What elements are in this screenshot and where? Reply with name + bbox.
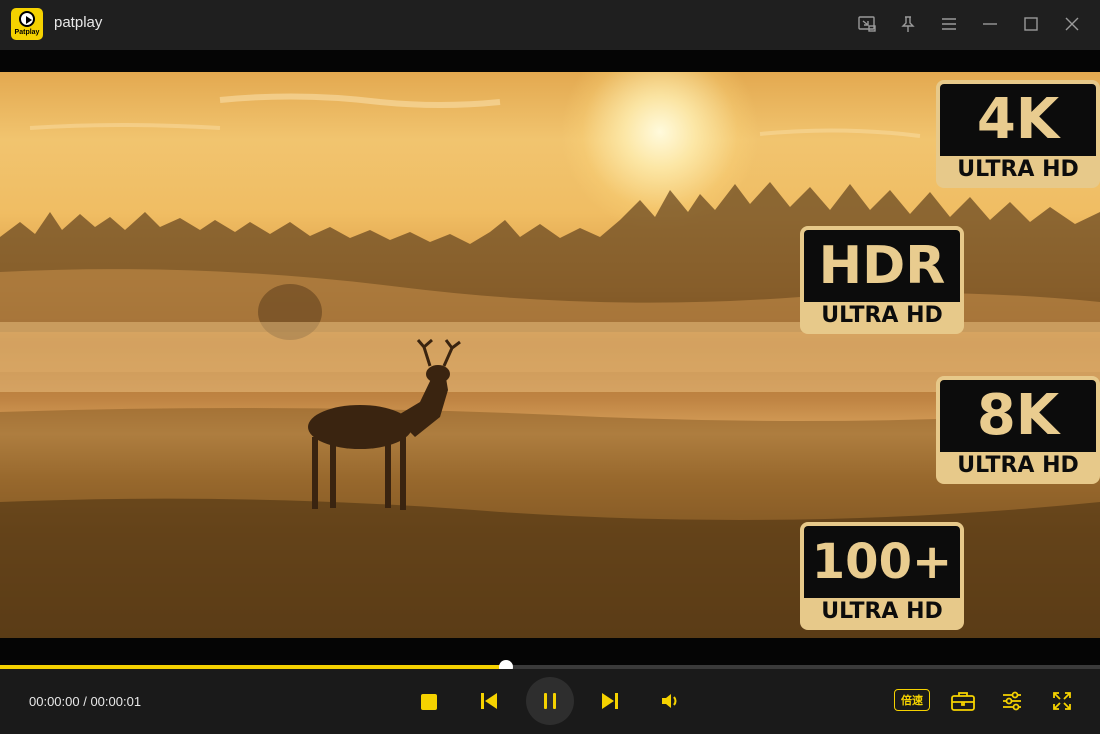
badge-hdr-title: HDR [804,230,960,302]
pin-icon[interactable] [896,12,920,36]
skip-forward-icon [602,693,618,709]
next-button[interactable] [598,689,622,713]
menu-icon[interactable] [937,12,961,36]
badge-hdr: HDR ULTRA HD [800,226,964,334]
skip-back-icon [481,693,497,709]
control-bar: 00:00:00 / 00:00:01 倍速 [0,669,1100,734]
app-logo: Patplay [11,8,43,40]
pause-icon [544,693,556,709]
letterbox-bottom [0,638,1100,666]
logo-text: Patplay [14,29,40,36]
app-title: patplay [54,14,103,31]
fullscreen-button[interactable] [1049,689,1075,713]
badge-8k-title: 8K [940,380,1096,452]
toolbox-icon [951,692,975,711]
title-bar: Patplay patplay [0,0,1100,50]
time-display: 00:00:00 / 00:00:01 [29,694,142,709]
letterbox-top [0,50,1100,72]
badge-hdr-subtitle: ULTRA HD [821,303,943,328]
fullscreen-icon [1053,692,1071,710]
previous-button[interactable] [477,689,501,713]
video-frame[interactable]: 4K ULTRA HD HDR ULTRA HD 8K ULTRA HD 100… [0,72,1100,638]
badge-100plus-title: 100+ [804,526,960,598]
pause-button[interactable] [526,677,574,725]
badge-4k-title: 4K [940,84,1096,156]
speed-button[interactable]: 倍速 [894,689,930,711]
badge-100plus: 100+ ULTRA HD [800,522,964,630]
toolbox-button[interactable] [949,689,977,713]
minimize-icon[interactable] [978,12,1002,36]
close-icon[interactable] [1060,12,1084,36]
sliders-icon [1003,691,1021,711]
stop-icon [421,694,437,710]
settings-button[interactable] [999,689,1025,713]
volume-icon [662,694,677,708]
badge-8k-subtitle: ULTRA HD [957,453,1079,478]
volume-button[interactable] [658,689,684,713]
badge-8k: 8K ULTRA HD [936,376,1100,484]
speed-label: 倍速 [894,689,930,711]
stop-button[interactable] [417,690,441,714]
badge-100plus-subtitle: ULTRA HD [821,599,943,624]
badge-4k-subtitle: ULTRA HD [957,157,1079,182]
badge-4k: 4K ULTRA HD [936,80,1100,188]
cast-icon[interactable] [855,12,879,36]
maximize-icon[interactable] [1019,12,1043,36]
